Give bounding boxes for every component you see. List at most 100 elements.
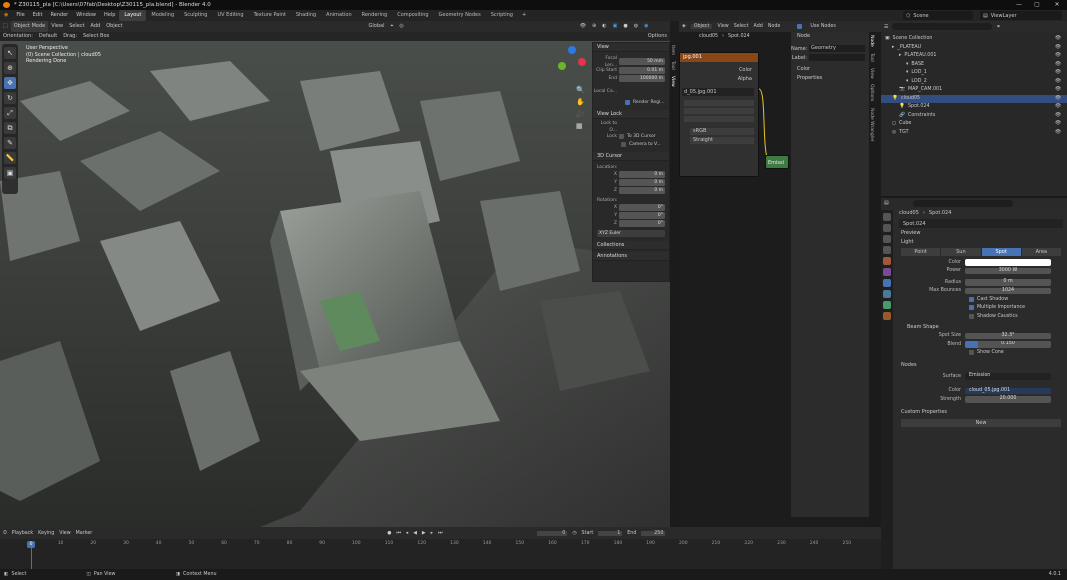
jump-start-icon[interactable]: ⏮ <box>396 530 400 536</box>
proportional-icon[interactable]: ◎ <box>396 21 406 32</box>
node-menu-add[interactable]: Add <box>754 24 763 29</box>
view-lock-header[interactable]: View Lock <box>593 110 669 119</box>
visibility-toggle-icon[interactable]: 👁 <box>1055 78 1061 87</box>
emission-node[interactable]: Emissi <box>765 155 789 169</box>
navigation-gizmo[interactable] <box>556 46 588 78</box>
max-bounces-field[interactable]: 1024 <box>965 287 1051 294</box>
tab-tool[interactable]: Tool <box>670 58 675 73</box>
power-field[interactable]: 3000 W <box>965 267 1051 274</box>
preview-header[interactable]: Preview <box>895 229 1067 238</box>
alpha-mode-dropdown[interactable]: Straight <box>690 137 754 144</box>
clip-end-field[interactable]: 100000 m <box>619 75 665 82</box>
tab-sculpting[interactable]: Sculpting <box>179 10 212 21</box>
tool-tab-icon[interactable] <box>883 213 891 221</box>
maximize-button[interactable]: ▢ <box>1030 0 1044 10</box>
drag-value[interactable]: Select Box <box>80 32 112 41</box>
show-cone-checkbox[interactable] <box>969 350 974 356</box>
cursor-loc-z[interactable]: 0 m <box>619 187 665 194</box>
editor-type-icon[interactable]: ⬚ <box>0 21 11 32</box>
blend-slider[interactable]: 0.150 <box>965 341 1051 348</box>
play-reverse-icon[interactable]: ◀ <box>413 531 417 536</box>
shader-type-dropdown[interactable]: Object <box>690 24 713 29</box>
tab-node[interactable]: Node <box>869 32 874 50</box>
timeline-ruler[interactable]: 10 20 30 40 50 60 70 80 90 100 110 120 130 140 150 160 1… <box>0 539 881 569</box>
timeline-menu-keying[interactable]: Keying <box>38 531 54 536</box>
record-icon[interactable]: ● <box>387 531 391 536</box>
filter-icon[interactable]: ⏷ <box>996 24 1000 30</box>
light-type-point[interactable]: Point <box>901 248 941 256</box>
annotations-header[interactable]: Annotations <box>593 252 669 261</box>
outliner-row[interactable]: 💡 cloud05 👁 <box>881 94 1067 104</box>
visibility-toggle-icon[interactable]: 👁 <box>1055 112 1061 121</box>
preview-range-icon[interactable]: ◷ <box>572 531 576 536</box>
view-section-header[interactable]: View <box>593 43 669 52</box>
orientation-value[interactable]: Default <box>36 32 60 41</box>
use-nodes-checkbox[interactable] <box>797 24 803 29</box>
camera-to-view-checkbox[interactable] <box>621 142 626 147</box>
outliner-row[interactable]: ▾ LOD_2 👁 <box>881 78 1067 87</box>
light-type-spot[interactable]: Spot <box>981 248 1021 256</box>
surface-field[interactable]: Emission <box>965 373 1051 380</box>
next-key-icon[interactable]: ▸ <box>431 531 433 536</box>
outliner-row[interactable]: 💡 Spot.024 👁 <box>881 103 1067 112</box>
blender-menu-icon[interactable]: ◉ <box>0 10 12 21</box>
visibility-toggle-icon[interactable]: 👁 <box>1055 61 1061 70</box>
node-properties-section[interactable]: Properties <box>791 74 869 83</box>
outliner-row[interactable]: 🔗 Constraints 👁 <box>881 112 1067 121</box>
collections-header[interactable]: Collections <box>593 241 669 250</box>
end-frame-field[interactable]: 250 <box>641 530 666 536</box>
tab-geometry-nodes[interactable]: Geometry Nodes <box>434 10 486 21</box>
scene-tab-icon[interactable] <box>883 257 891 265</box>
gizmo-icon[interactable]: ⊕ <box>589 21 599 32</box>
z-axis-icon[interactable] <box>568 46 576 54</box>
start-frame-field[interactable]: 1 <box>598 530 623 536</box>
rotation-mode-dropdown[interactable]: XYZ Euler <box>597 230 665 237</box>
cursor-rot-y[interactable]: 0° <box>619 212 665 219</box>
node-label-field[interactable] <box>809 54 865 61</box>
shading-material-icon[interactable]: ◍ <box>631 21 641 32</box>
node-panel-header[interactable]: Node <box>791 32 869 41</box>
image-texture-node[interactable]: jpg.001 Color Alpha d_05.jpg.001 sRGB St… <box>679 52 759 177</box>
node-color-field[interactable]: cloud_05.jpg.001 <box>965 387 1051 394</box>
render-region-checkbox[interactable] <box>625 100 630 105</box>
visibility-toggle-icon[interactable]: 👁 <box>1055 52 1061 61</box>
timeline-menu-playback[interactable]: Playback <box>12 531 33 536</box>
outliner-row[interactable]: ▾ BASE 👁 <box>881 61 1067 70</box>
measure-tool-icon[interactable]: 📏 <box>4 152 16 164</box>
node-name-field[interactable]: Geometry <box>809 45 865 52</box>
outliner-row[interactable]: ▸ _PLATEAU 👁 <box>881 44 1067 53</box>
node-menu-view[interactable]: View <box>717 24 728 29</box>
shading-solid-icon[interactable]: ● <box>620 21 630 32</box>
outliner-row[interactable]: ▸ PLATEAU.001 👁 <box>881 52 1067 61</box>
tab-item[interactable]: Item <box>670 42 675 58</box>
light-color-swatch[interactable] <box>965 259 1051 266</box>
scene-selector[interactable]: ⬡ Scene <box>903 11 973 20</box>
timeline-type-icon[interactable]: ⏱ <box>3 530 7 536</box>
light-data-tab-icon[interactable] <box>883 301 891 309</box>
snap-icon[interactable]: ⌖ <box>387 21 396 32</box>
visibility-toggle-icon[interactable]: 👁 <box>1055 86 1061 95</box>
timeline-menu-marker[interactable]: Marker <box>76 531 93 536</box>
outliner-row[interactable]: ▣ Scene Collection 👁 <box>881 35 1067 44</box>
menu-window[interactable]: Window <box>72 10 100 21</box>
menu-help[interactable]: Help <box>100 10 119 21</box>
visibility-toggle-icon[interactable]: 👁 <box>1055 103 1061 112</box>
color-output-socket[interactable]: Color <box>680 67 758 73</box>
focal-length-field[interactable]: 50 mm <box>619 58 665 65</box>
3d-cursor-header[interactable]: 3D Cursor <box>593 152 669 161</box>
cursor-tool-icon[interactable]: ⊕ <box>4 62 16 74</box>
x-axis-icon[interactable] <box>578 58 586 66</box>
visibility-toggle-icon[interactable]: 👁 <box>1055 120 1061 129</box>
light-type-area[interactable]: Area <box>1021 248 1061 256</box>
prev-key-icon[interactable]: ◂ <box>406 531 408 536</box>
move-tool-icon[interactable]: ✥ <box>4 77 16 89</box>
minimize-button[interactable]: — <box>1012 0 1026 10</box>
radius-field[interactable]: 0 m <box>965 279 1051 286</box>
tab-uv-editing[interactable]: UV Editing <box>212 10 248 21</box>
spot-size-field[interactable]: 32.3° <box>965 332 1051 339</box>
close-button[interactable]: ✕ <box>1050 0 1064 10</box>
add-cube-tool-icon[interactable]: ▣ <box>4 167 16 179</box>
constraints-tab-icon[interactable] <box>883 290 891 298</box>
visibility-toggle-icon[interactable]: 👁 <box>1055 95 1061 104</box>
cursor-rot-x[interactable]: 0° <box>619 204 665 211</box>
